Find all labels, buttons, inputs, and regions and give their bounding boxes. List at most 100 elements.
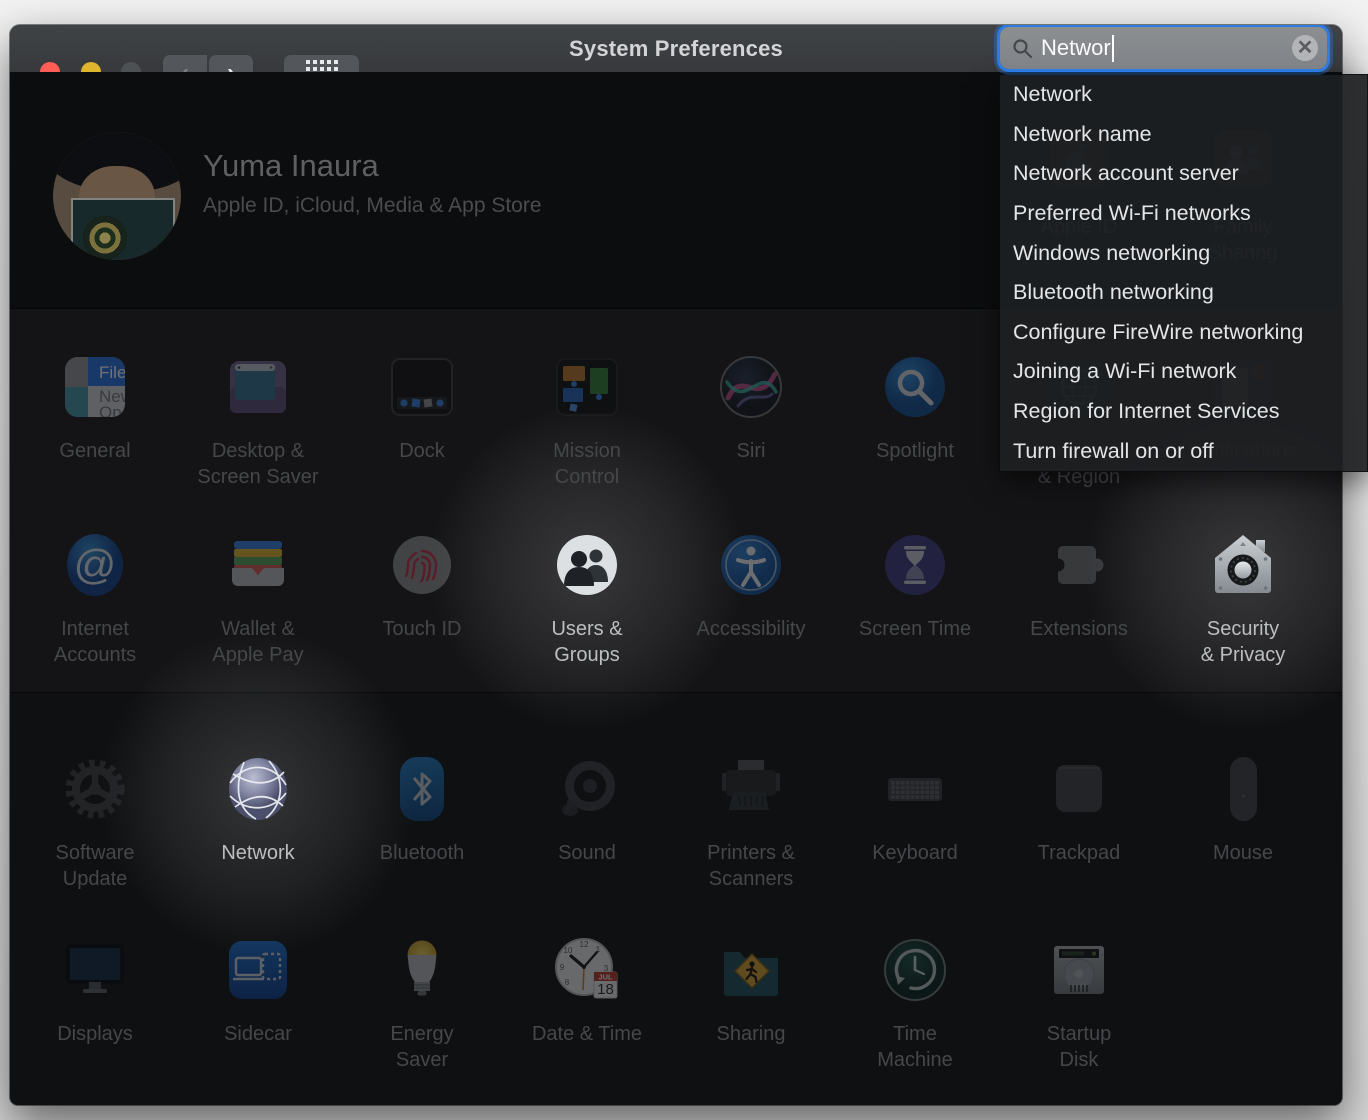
- dock-icon: [385, 350, 459, 424]
- date-time-icon: 12 10 9 8 1 3 JUL 18: [550, 933, 624, 1007]
- search-query-text: Networ: [1041, 35, 1111, 60]
- tile-software-update[interactable]: Software Update: [15, 752, 175, 892]
- tile-label: Screen Time: [858, 618, 972, 640]
- search-suggestion[interactable]: Windows networking: [1000, 233, 1367, 273]
- tile-network[interactable]: Network: [178, 752, 338, 866]
- tile-extensions[interactable]: Extensions: [999, 528, 1159, 642]
- tile-mouse[interactable]: Mouse: [1163, 752, 1323, 866]
- tile-label: Software Update: [55, 842, 135, 890]
- touch-id-icon: [385, 528, 459, 602]
- desktop-icon: [221, 350, 295, 424]
- screen-time-icon: [878, 528, 952, 602]
- tile-label: Displays: [57, 1023, 133, 1045]
- security-icon: [1206, 528, 1280, 602]
- avatar[interactable]: [53, 132, 181, 260]
- tile-label: Spotlight: [876, 440, 954, 462]
- tile-security[interactable]: Security & Privacy: [1163, 528, 1323, 668]
- search-suggestion[interactable]: Turn firewall on or off: [1000, 431, 1367, 471]
- startup-disk-icon: [1042, 933, 1116, 1007]
- tile-label: Sound: [558, 842, 616, 864]
- tile-accessibility[interactable]: Accessibility: [671, 528, 831, 642]
- tile-energy-saver[interactable]: Energy Saver: [342, 933, 502, 1073]
- search-suggestion[interactable]: Region for Internet Services: [1000, 392, 1367, 432]
- tile-internet-accounts[interactable]: @ Internet Accounts: [15, 528, 175, 668]
- tile-dock[interactable]: Dock: [342, 350, 502, 464]
- tile-label: Mouse: [1212, 842, 1274, 864]
- mission-control-icon: [550, 350, 624, 424]
- tile-screen-time[interactable]: Screen Time: [835, 528, 995, 642]
- tile-wallet[interactable]: Wallet & Apple Pay: [178, 528, 338, 668]
- tile-label: Desktop & Screen Saver: [197, 440, 319, 488]
- search-suggestion[interactable]: Bluetooth networking: [1000, 273, 1367, 313]
- svg-text:@: @: [74, 541, 117, 588]
- tile-label: Extensions: [1030, 618, 1128, 640]
- tile-trackpad[interactable]: Trackpad: [999, 752, 1159, 866]
- tile-label: Bluetooth: [379, 842, 465, 864]
- search-suggestion[interactable]: Network: [1000, 75, 1367, 115]
- siri-icon: [714, 350, 788, 424]
- energy-saver-icon: [385, 933, 459, 1007]
- tile-spotlight[interactable]: Spotlight: [835, 350, 995, 464]
- search-suggestion[interactable]: Joining a Wi-Fi network: [1000, 352, 1367, 392]
- user-subtitle: Apple ID, iCloud, Media & App Store: [203, 194, 542, 217]
- tile-touch-id[interactable]: Touch ID: [342, 528, 502, 642]
- svg-text:Ope: Ope: [99, 403, 131, 422]
- general-icon: File New Ope: [58, 350, 132, 424]
- tile-keyboard[interactable]: Keyboard: [835, 752, 995, 866]
- svg-text:12: 12: [580, 940, 589, 949]
- tile-label: Keyboard: [872, 842, 958, 864]
- tile-label: Date & Time: [531, 1023, 643, 1045]
- tile-bluetooth[interactable]: Bluetooth: [342, 752, 502, 866]
- bluetooth-icon: [385, 752, 459, 826]
- accessibility-icon: [714, 528, 788, 602]
- tile-displays[interactable]: Displays: [15, 933, 175, 1047]
- text-caret: [1111, 34, 1114, 62]
- printers-icon: [714, 752, 788, 826]
- software-update-icon: [58, 752, 132, 826]
- mouse-icon: [1206, 752, 1280, 826]
- tile-label: Printers & Scanners: [707, 842, 795, 890]
- search-suggestion[interactable]: Configure FireWire networking: [1000, 313, 1367, 353]
- tile-label: Trackpad: [1037, 842, 1121, 864]
- svg-text:18: 18: [597, 981, 614, 998]
- tile-sidecar[interactable]: Sidecar: [178, 933, 338, 1047]
- search-suggestion[interactable]: Preferred Wi-Fi networks: [1000, 194, 1367, 234]
- tile-label: Time Machine: [877, 1023, 953, 1071]
- search-suggestion[interactable]: Network name: [1000, 115, 1367, 155]
- search-input[interactable]: Networ ✕: [1000, 27, 1327, 69]
- user-name: Yuma Inaura: [203, 148, 379, 183]
- sharing-icon: [714, 933, 788, 1007]
- tile-date-time[interactable]: 12 10 9 8 1 3 JUL 18 Date & Time: [507, 933, 667, 1047]
- search-suggestions-panel: Network Network name Network account serve…: [999, 74, 1368, 472]
- search-suggestion[interactable]: Network account server: [1000, 154, 1367, 194]
- tile-siri[interactable]: Siri: [671, 350, 831, 464]
- trackpad-icon: [1042, 752, 1116, 826]
- wallet-icon: [221, 528, 295, 602]
- svg-text:8: 8: [565, 978, 570, 987]
- tile-label: Touch ID: [382, 618, 462, 640]
- tile-general[interactable]: File New Ope General: [15, 350, 175, 464]
- tile-label: Mission Control: [553, 440, 621, 488]
- svg-text:File: File: [99, 363, 126, 382]
- tile-sharing[interactable]: Sharing: [671, 933, 831, 1047]
- tile-time-machine[interactable]: Time Machine: [835, 933, 995, 1073]
- time-machine-icon: [878, 933, 952, 1007]
- tile-mission-control[interactable]: Mission Control: [507, 350, 667, 490]
- network-icon: [221, 752, 295, 826]
- tile-printers[interactable]: Printers & Scanners: [671, 752, 831, 892]
- tile-label: Startup Disk: [1046, 1023, 1112, 1071]
- tile-label: Security & Privacy: [1200, 618, 1286, 666]
- internet-accounts-icon: @: [58, 528, 132, 602]
- tile-sound[interactable]: Sound: [507, 752, 667, 866]
- svg-text:9: 9: [560, 963, 565, 972]
- tile-label: Accessibility: [696, 618, 806, 640]
- tile-users-groups[interactable]: Users & Groups: [507, 528, 667, 668]
- displays-icon: [58, 933, 132, 1007]
- sidecar-icon: [221, 933, 295, 1007]
- tile-label: Network: [221, 842, 295, 864]
- keyboard-icon: [878, 752, 952, 826]
- tile-desktop[interactable]: Desktop & Screen Saver: [178, 350, 338, 490]
- tile-startup-disk[interactable]: Startup Disk: [999, 933, 1159, 1073]
- users-groups-icon: [550, 528, 624, 602]
- clear-search-button[interactable]: ✕: [1292, 35, 1318, 61]
